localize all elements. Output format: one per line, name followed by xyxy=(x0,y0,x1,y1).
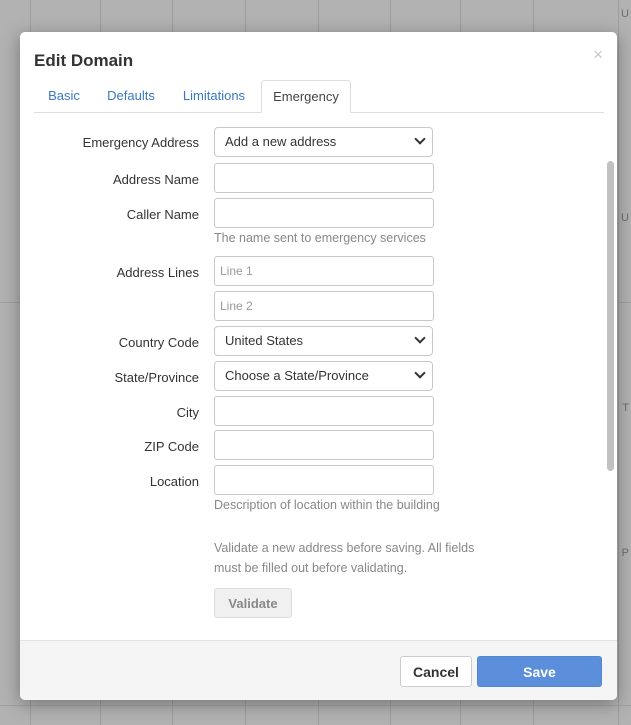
location-label: Location xyxy=(149,474,199,489)
emergency-address-select[interactable]: Add a new address xyxy=(214,127,433,157)
close-icon[interactable]: × xyxy=(593,46,603,63)
background-text: P xyxy=(621,547,629,559)
validate-button[interactable]: Validate xyxy=(214,588,292,618)
validate-help-line2: must be filled out before validating. xyxy=(214,561,408,575)
location-input[interactable] xyxy=(214,465,434,495)
form-body: Emergency Address Add a new address Addr… xyxy=(34,113,604,640)
address-line1-input[interactable] xyxy=(214,256,434,286)
zip-label: ZIP Code xyxy=(144,439,199,454)
tab-bar: Basic Defaults Limitations Emergency xyxy=(34,80,604,113)
caller-name-help: The name sent to emergency services xyxy=(214,231,426,245)
cancel-button[interactable]: Cancel xyxy=(400,656,472,687)
country-code-select[interactable]: United States xyxy=(214,326,433,356)
edit-domain-modal: Edit Domain × Basic Defaults Limitations… xyxy=(20,32,617,700)
tab-basic[interactable]: Basic xyxy=(34,80,94,113)
tab-defaults[interactable]: Defaults xyxy=(94,80,168,113)
scrollbar[interactable] xyxy=(606,113,615,640)
emergency-address-value: Add a new address xyxy=(225,134,337,149)
city-label: City xyxy=(176,405,199,420)
modal-footer: Cancel Save xyxy=(20,640,617,700)
scrollbar-thumb[interactable] xyxy=(607,161,614,471)
zip-input[interactable] xyxy=(214,430,434,460)
chevron-down-icon xyxy=(414,332,426,344)
state-value: Choose a State/Province xyxy=(225,368,369,383)
location-help: Description of location within the build… xyxy=(214,498,440,512)
grid-line xyxy=(618,0,619,725)
address-lines-label: Address Lines xyxy=(116,265,199,280)
emergency-address-label: Emergency Address xyxy=(82,135,199,150)
city-input[interactable] xyxy=(214,396,434,426)
chevron-down-icon xyxy=(414,367,426,379)
background-text: U xyxy=(621,212,629,224)
address-name-input[interactable] xyxy=(214,163,434,193)
grid-line xyxy=(0,705,631,706)
validate-help-line1: Validate a new address before saving. Al… xyxy=(214,541,475,555)
save-button[interactable]: Save xyxy=(477,656,602,687)
country-code-value: United States xyxy=(225,333,304,348)
state-label: State/Province xyxy=(114,370,199,385)
address-line2-input[interactable] xyxy=(214,291,434,321)
address-name-label: Address Name xyxy=(113,172,199,187)
chevron-down-icon xyxy=(414,133,426,145)
background-text: U xyxy=(621,8,629,20)
caller-name-label: Caller Name xyxy=(126,207,199,222)
caller-name-input[interactable] xyxy=(214,198,434,228)
country-code-label: Country Code xyxy=(118,335,199,350)
tab-emergency[interactable]: Emergency xyxy=(261,80,351,113)
tab-limitations[interactable]: Limitations xyxy=(168,80,260,113)
state-select[interactable]: Choose a State/Province xyxy=(214,361,433,391)
background-text: T xyxy=(622,402,629,414)
modal-title: Edit Domain xyxy=(34,51,134,70)
